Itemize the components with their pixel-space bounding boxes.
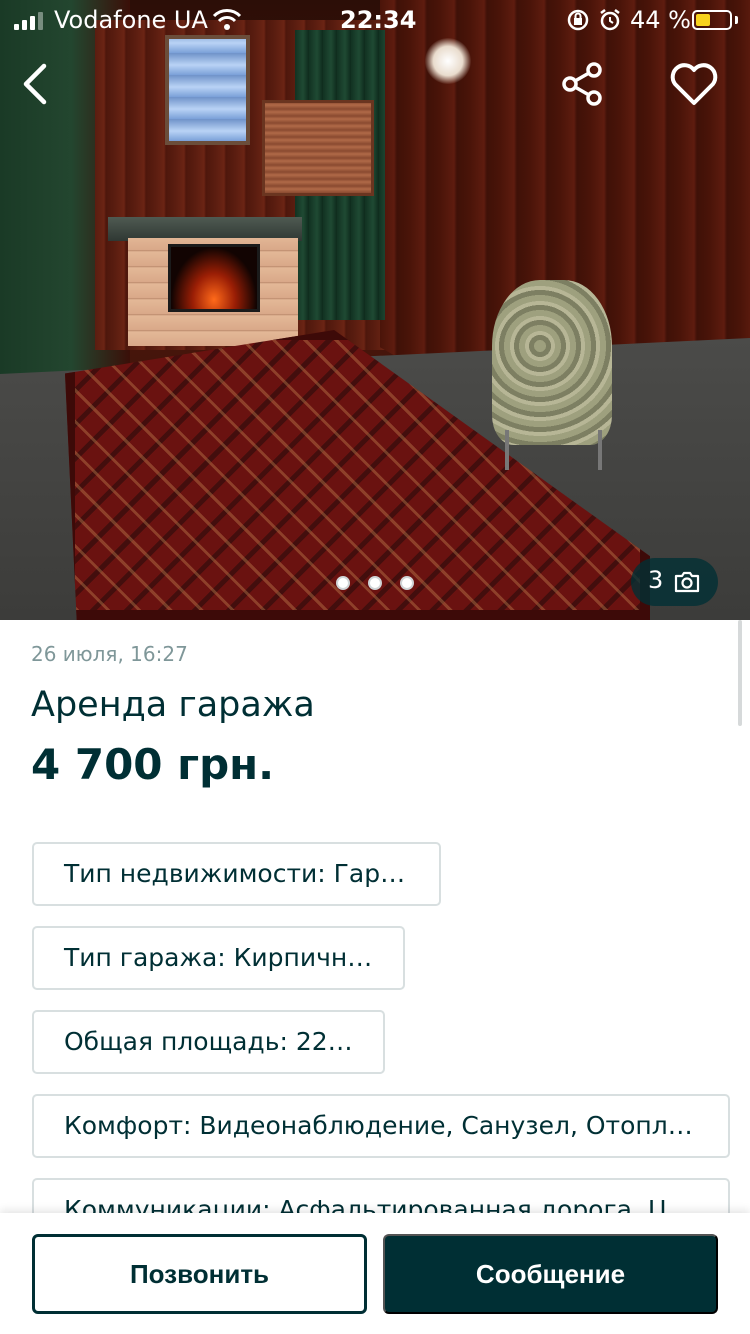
favorite-button[interactable] <box>668 58 720 110</box>
heart-icon <box>670 63 718 105</box>
battery-icon <box>692 10 732 30</box>
battery-level <box>696 14 710 26</box>
photo-armchair <box>492 280 612 445</box>
attribute-garage-type[interactable]: Тип гаража: Кирпичный <box>32 926 405 990</box>
share-icon <box>562 62 602 106</box>
post-date: 26 июля, 16:27 <box>31 642 188 666</box>
attribute-total-area[interactable]: Общая площадь: 22 м² <box>32 1010 385 1074</box>
chevron-left-icon <box>23 63 47 105</box>
photo-firebox <box>168 244 260 312</box>
photo-count: 3 <box>648 566 664 594</box>
share-button[interactable] <box>558 60 606 108</box>
gallery-dot-1[interactable] <box>336 576 350 590</box>
rotation-lock-icon <box>567 9 589 31</box>
alarm-icon <box>600 9 620 31</box>
gallery-dot-3[interactable] <box>400 576 414 590</box>
battery-percent: 44 % <box>630 6 691 34</box>
back-button[interactable] <box>14 60 62 108</box>
wifi-icon <box>212 9 242 30</box>
gallery-pagination <box>334 575 418 591</box>
photo-chair-leg <box>505 430 509 470</box>
status-time: 22:34 <box>340 6 417 34</box>
camera-icon <box>674 571 700 593</box>
message-button[interactable]: Сообщение <box>383 1234 718 1314</box>
photo-chair-leg <box>598 430 602 470</box>
listing-title: Аренда гаража <box>31 685 315 725</box>
listing-photo[interactable]: Vodafone UA 22:34 44 % 3 <box>0 0 750 620</box>
battery-tip <box>735 16 738 24</box>
attribute-comfort[interactable]: Комфорт: Видеонаблюдение, Санузел, Отопл… <box>32 1094 730 1158</box>
action-bar: Позвонить Сообщение <box>0 1213 750 1334</box>
call-button[interactable]: Позвонить <box>32 1234 367 1314</box>
listing-price: 4 700 грн. <box>31 740 275 789</box>
carrier-name: Vodafone UA <box>54 6 208 34</box>
status-bar: Vodafone UA 22:34 44 % <box>0 0 750 44</box>
photo-wall-cabinet <box>262 100 374 196</box>
photo-glass-block-window <box>165 35 250 145</box>
scroll-indicator[interactable] <box>738 620 742 726</box>
attribute-property-type[interactable]: Тип недвижимости: Гараж <box>32 842 441 906</box>
gallery-dot-2[interactable] <box>368 576 382 590</box>
photo-count-badge[interactable]: 3 <box>631 558 718 606</box>
cellular-signal-icon <box>14 12 44 30</box>
photo-lamp <box>425 38 471 84</box>
